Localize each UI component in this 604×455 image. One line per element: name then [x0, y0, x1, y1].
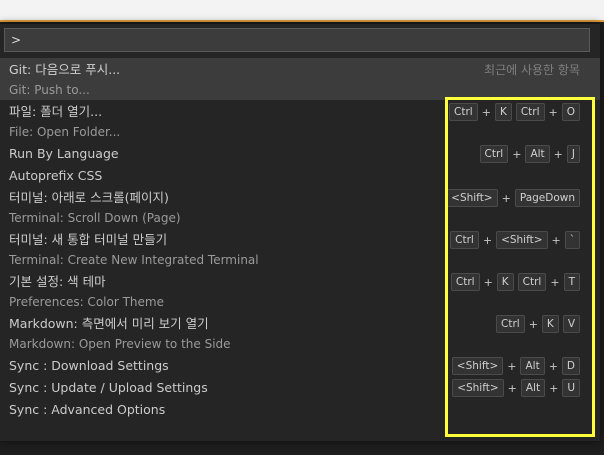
- key-cap: Ctrl: [517, 273, 547, 291]
- key-cap: J: [566, 145, 580, 163]
- keybinding: <Shift> + Alt + U: [452, 379, 580, 397]
- command-item-detail: Terminal: Scroll Down (Page): [9, 211, 181, 225]
- key-separator: +: [482, 233, 493, 247]
- command-input-wrapper: [4, 28, 590, 52]
- command-item[interactable]: Sync : Download Settings <Shift> + Alt + D: [0, 354, 600, 376]
- command-item-detail: Git: Push to...: [9, 83, 90, 97]
- keybinding: Ctrl + K V: [496, 315, 580, 333]
- command-item[interactable]: Sync : Update / Upload Settings <Shift> + A…: [0, 376, 600, 398]
- key-cap: Alt: [520, 379, 546, 397]
- key-cap: <Shift>: [452, 379, 504, 397]
- key-separator: +: [481, 105, 491, 119]
- key-separator: +: [512, 147, 522, 161]
- window-top-strip: [0, 0, 604, 22]
- key-separator: +: [483, 275, 493, 289]
- key-cap: Ctrl: [450, 273, 480, 291]
- key-separator: +: [550, 275, 560, 289]
- key-separator: +: [548, 105, 558, 119]
- command-item[interactable]: Git: 다음으로 푸시... Git: Push to... 최근에 사용한 항목: [0, 58, 600, 100]
- key-cap: K: [541, 315, 559, 333]
- key-cap: <Shift>: [496, 231, 548, 249]
- command-item[interactable]: 파일: 폴더 열기... File: Open Folder... Ctrl + K Ct…: [0, 100, 600, 142]
- key-cap: Ctrl: [449, 103, 478, 121]
- command-item-label: Sync : Advanced Options: [9, 402, 166, 417]
- command-item[interactable]: Run By Language Ctrl + Alt + J: [0, 142, 600, 164]
- command-item[interactable]: 기본 설정: 색 테마 Preferences: Color Theme Ctrl +…: [0, 270, 600, 312]
- key-cap: K: [494, 103, 512, 121]
- key-separator: +: [548, 359, 558, 373]
- key-cap: U: [562, 379, 580, 397]
- key-cap: <Shift>: [446, 189, 498, 207]
- key-cap: PageDown: [514, 189, 580, 207]
- key-separator: +: [507, 359, 517, 373]
- key-cap: Alt: [520, 357, 545, 375]
- key-separator: +: [551, 233, 561, 247]
- command-item[interactable]: 터미널: 새 통합 터미널 만들기 Terminal: Create New In…: [0, 228, 600, 270]
- key-cap: Ctrl: [515, 103, 545, 121]
- key-cap: T: [563, 273, 580, 291]
- command-item[interactable]: 터미널: 아래로 스크롤(페이지) Terminal: Scroll Down (…: [0, 186, 600, 228]
- key-cap: Alt: [525, 145, 550, 163]
- command-item[interactable]: Markdown: 측면에서 미리 보기 열기 Markdown: Open Pr…: [0, 312, 600, 354]
- command-input[interactable]: [4, 28, 590, 52]
- key-separator: +: [528, 317, 538, 331]
- key-cap: <Shift>: [451, 357, 504, 375]
- keybinding: <Shift> + PageDown: [446, 189, 580, 207]
- keybinding: Ctrl + K Ctrl + O: [449, 103, 580, 121]
- recently-used-label: 최근에 사용한 항목: [484, 63, 580, 77]
- key-cap: Ctrl: [496, 315, 525, 333]
- key-separator: +: [553, 147, 563, 161]
- key-separator: +: [501, 191, 511, 205]
- command-item-detail: Markdown: Open Preview to the Side: [9, 337, 231, 351]
- key-cap: Ctrl: [450, 231, 479, 249]
- key-cap: D: [561, 357, 580, 375]
- key-separator: +: [549, 381, 559, 395]
- key-cap: Ctrl: [479, 145, 509, 163]
- command-item[interactable]: Sync : Advanced Options: [0, 398, 600, 420]
- key-cap: V: [562, 315, 580, 333]
- command-item[interactable]: Autoprefix CSS: [0, 164, 600, 186]
- keybinding: Ctrl + Alt + J: [479, 145, 580, 163]
- keybinding: Ctrl + <Shift> + `: [450, 231, 580, 249]
- command-list: Git: 다음으로 푸시... Git: Push to... 최근에 사용한 항목…: [0, 58, 600, 420]
- command-item-label: Autoprefix CSS: [9, 168, 103, 183]
- key-separator: +: [507, 381, 517, 395]
- command-item-detail: File: Open Folder...: [9, 125, 121, 139]
- command-item-detail: Terminal: Create New Integrated Terminal: [9, 253, 259, 267]
- keybinding: <Shift> + Alt + D: [451, 357, 580, 375]
- key-cap: `: [564, 231, 580, 249]
- key-cap: K: [496, 273, 514, 291]
- command-item-detail: Preferences: Color Theme: [9, 295, 164, 309]
- key-cap: O: [561, 103, 580, 121]
- command-palette: Git: 다음으로 푸시...Git: Push to...최근에 사용한 항목…: [0, 24, 600, 441]
- keybinding: Ctrl + K Ctrl + T: [450, 273, 580, 291]
